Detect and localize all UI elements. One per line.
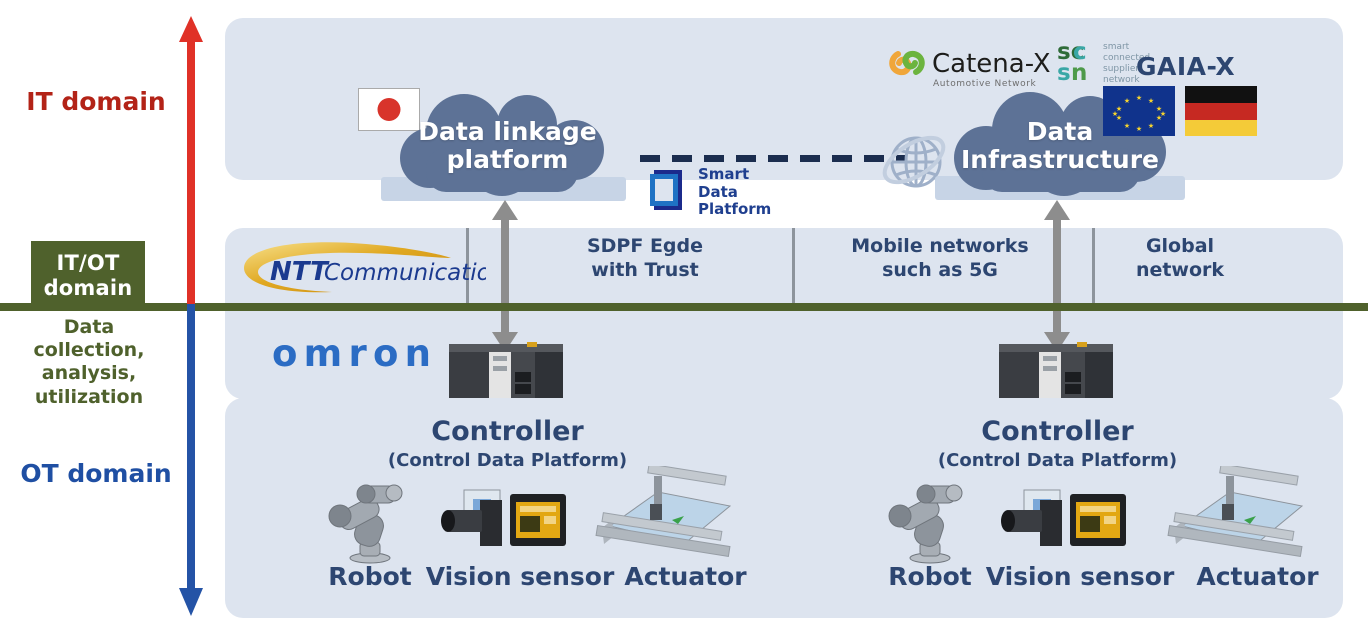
left-cloud-label: Data linkage platform — [418, 117, 597, 174]
column-separator-3 — [1092, 228, 1095, 303]
itot-domain-badge: IT/OT domain — [31, 241, 145, 310]
bidirectional-arrow-right — [1044, 200, 1070, 352]
svg-text:n: n — [1071, 60, 1087, 86]
robot-arm-icon — [328, 484, 403, 564]
smart-data-platform-icon — [650, 170, 682, 210]
svg-text:s: s — [1057, 60, 1071, 86]
itot-domain-sublabel: Data collection, analysis, utilization — [33, 316, 145, 408]
svg-text:smart: smart — [1103, 42, 1130, 52]
plc-controller-icon — [999, 342, 1113, 398]
svg-text:★: ★ — [1160, 110, 1166, 118]
itot-boundary-line — [0, 303, 1368, 311]
it-domain-label: IT domain — [26, 87, 166, 116]
svg-text:Automotive Network: Automotive Network — [933, 79, 1036, 89]
dashed-connection-icon — [640, 155, 905, 162]
ntt-communications-logo: NTT Communications — [244, 242, 486, 293]
device-label-robot-left: Robot — [328, 562, 412, 591]
vision-sensor-icon — [1001, 489, 1126, 546]
gaia-x-logo: GAIA-X — [1136, 52, 1236, 81]
omron-logo: omron — [272, 333, 431, 373]
svg-text:★: ★ — [1112, 110, 1118, 118]
device-label-vision-right: Vision sensor — [985, 562, 1175, 591]
ot-domain-label: OT domain — [20, 459, 172, 488]
svg-text:★: ★ — [1136, 94, 1142, 102]
controller-subtitle-right: (Control Data Platform) — [937, 450, 1178, 471]
actuator-icon — [1167, 466, 1304, 557]
svg-text:Communications: Communications — [324, 260, 486, 286]
right-cloud-label: Data Infrastructure — [961, 117, 1159, 174]
device-label-robot-right: Robot — [888, 562, 972, 591]
device-label-vision-left: Vision sensor — [425, 562, 615, 591]
device-label-actuator-left: Actuator — [624, 562, 747, 591]
actuator-icon — [595, 466, 732, 557]
robot-arm-icon — [888, 484, 963, 564]
vision-sensor-icon — [441, 489, 566, 546]
arrow-up-icon — [179, 16, 203, 312]
svg-text:network: network — [1103, 75, 1140, 85]
device-label-actuator-right: Actuator — [1196, 562, 1319, 591]
germany-flag-icon — [1185, 86, 1257, 136]
diagram-canvas: Data linkage platform Smart Data Platform — [0, 0, 1368, 626]
mobile-networks-label: Mobile networks such as 5G — [851, 235, 1029, 282]
svg-text:omron: omron — [272, 333, 430, 373]
controller-title-left: Controller — [431, 416, 584, 447]
controller-title-right: Controller — [981, 416, 1134, 447]
bidirectional-arrow-left — [492, 200, 518, 352]
svg-text:★: ★ — [1148, 97, 1154, 105]
svg-text:Catena-X: Catena-X — [932, 49, 1050, 79]
plc-controller-icon — [449, 342, 563, 398]
svg-text:NTT: NTT — [270, 257, 330, 287]
column-separator-2 — [792, 228, 795, 303]
sdpf-edge-label: SDPF Egde with Trust — [586, 235, 704, 282]
smart-data-platform-label: Smart Data Platform — [698, 165, 772, 219]
catena-x-logo: Catena-X Automotive Network — [889, 49, 1050, 89]
svg-text:supplier: supplier — [1103, 64, 1139, 74]
svg-text:★: ★ — [1124, 97, 1130, 105]
arrow-down-icon — [179, 304, 203, 616]
global-network-label: Global network — [1135, 235, 1225, 282]
